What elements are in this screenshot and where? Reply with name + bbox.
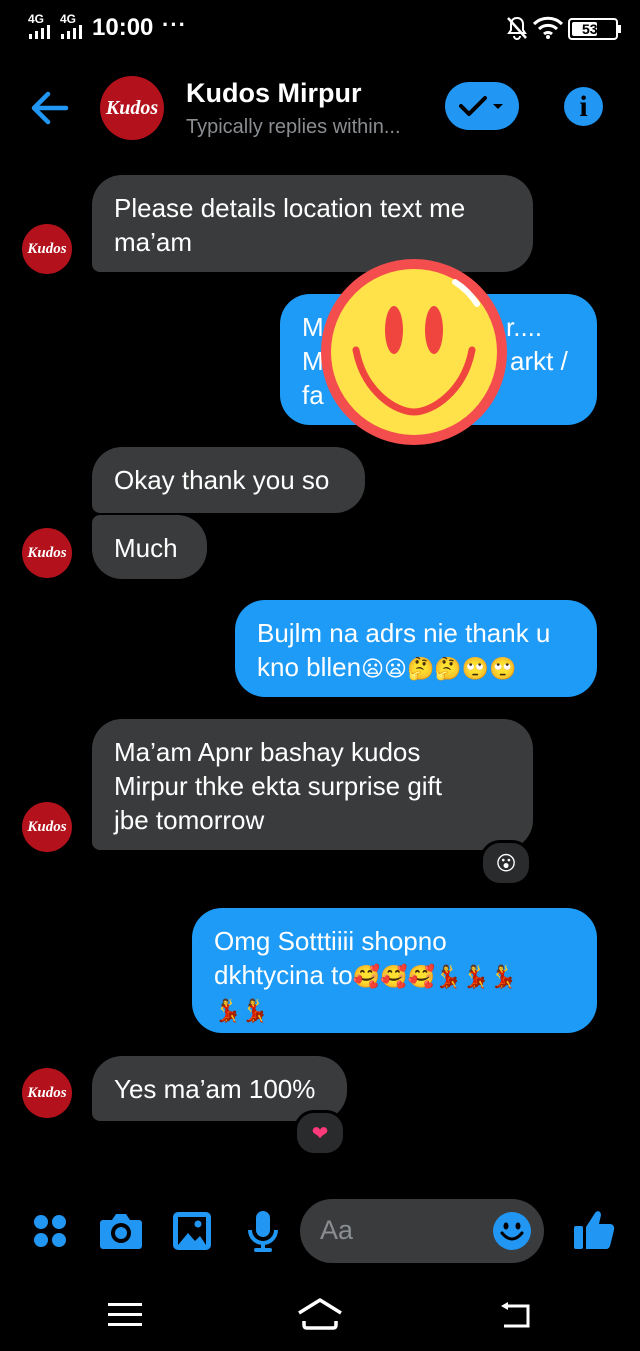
message-text: Much [114, 533, 178, 563]
sender-avatar[interactable]: Kudos [22, 224, 72, 274]
message-text: kno bllen [257, 652, 362, 682]
contact-name[interactable]: Kudos Mirpur [186, 78, 362, 109]
message-text: Omg Sotttiiii shopno [214, 926, 447, 956]
message-emojis: 😦😦🤔🤔🙄🙄 [361, 656, 517, 681]
message-input[interactable]: Aa [300, 1199, 544, 1263]
message-text: arkt / [510, 346, 568, 376]
message-text: Ma’am Apnr bashay kudos [114, 737, 421, 767]
message-text: Please details location text me [114, 193, 466, 223]
message-bubble-incoming[interactable]: Okay thank you so [92, 447, 365, 513]
message-bubble-incoming[interactable]: Much [92, 515, 207, 579]
smiley-sticker [321, 259, 507, 445]
more-notifications-icon: ··· [162, 12, 187, 37]
signal-bars-icon [29, 25, 50, 39]
message-text: Mirpur thke ekta surprise gift [114, 771, 443, 801]
reaction-badge[interactable]: 😮 [480, 840, 532, 886]
info-icon[interactable]: i [564, 87, 603, 126]
back-icon[interactable] [498, 1301, 532, 1329]
sender-avatar[interactable]: Kudos [22, 802, 72, 852]
gallery-icon[interactable] [172, 1211, 212, 1251]
thumbs-up-icon[interactable] [572, 1207, 616, 1251]
message-emojis: 💃💃 [214, 998, 269, 1023]
contact-subtitle: Typically replies within... [186, 116, 401, 138]
message-text: Yes ma’am 100% [114, 1074, 316, 1104]
message-text: Bujlm na adrs nie thank u [257, 618, 551, 648]
clock: 10:00 [92, 14, 154, 41]
message-text: ma’am [114, 227, 193, 257]
message-input-placeholder: Aa [320, 1215, 354, 1245]
microphone-icon[interactable] [247, 1210, 279, 1252]
message-bubble-outgoing[interactable]: Bujlm na adrs nie thank u kno bllen😦😦🤔🤔🙄… [235, 600, 597, 697]
status-bar: 4G 4G 10:00 ··· 53 [0, 0, 640, 56]
message-text: jbe tomorrow [114, 805, 265, 835]
message-bubble-outgoing[interactable]: Omg Sotttiiii shopno dkhtycina to🥰🥰🥰💃💃💃 … [192, 908, 597, 1033]
message-text: dkhtycina to [214, 960, 353, 990]
back-arrow-icon[interactable] [28, 86, 72, 130]
battery-icon: 53 [568, 18, 621, 40]
notifications-off-icon [507, 16, 527, 40]
menu-icon[interactable] [108, 1302, 142, 1328]
battery-level: 53 [582, 21, 598, 37]
check-chevron-icon [459, 96, 503, 116]
sender-avatar[interactable]: Kudos [22, 528, 72, 578]
sender-avatar[interactable]: Kudos [22, 1068, 72, 1118]
message-emojis: 🥰🥰🥰💃💃💃 [352, 964, 518, 989]
signal-bars-icon [61, 25, 82, 39]
message-text: r.... [506, 312, 543, 342]
emoji-icon[interactable] [492, 1211, 532, 1251]
message-text: Okay thank you so [114, 465, 330, 495]
apps-icon[interactable] [32, 1213, 68, 1249]
camera-icon[interactable] [99, 1212, 143, 1250]
status-dropdown-button[interactable] [445, 82, 519, 130]
reaction-badge[interactable]: ❤ [294, 1110, 346, 1156]
system-nav-bar [0, 1275, 640, 1351]
wifi-icon [532, 16, 564, 39]
contact-avatar[interactable]: Kudos [100, 76, 164, 140]
message-bubble-incoming[interactable]: Ma’am Apnr bashay kudos Mirpur thke ekta… [92, 719, 533, 850]
home-icon[interactable] [296, 1297, 344, 1331]
